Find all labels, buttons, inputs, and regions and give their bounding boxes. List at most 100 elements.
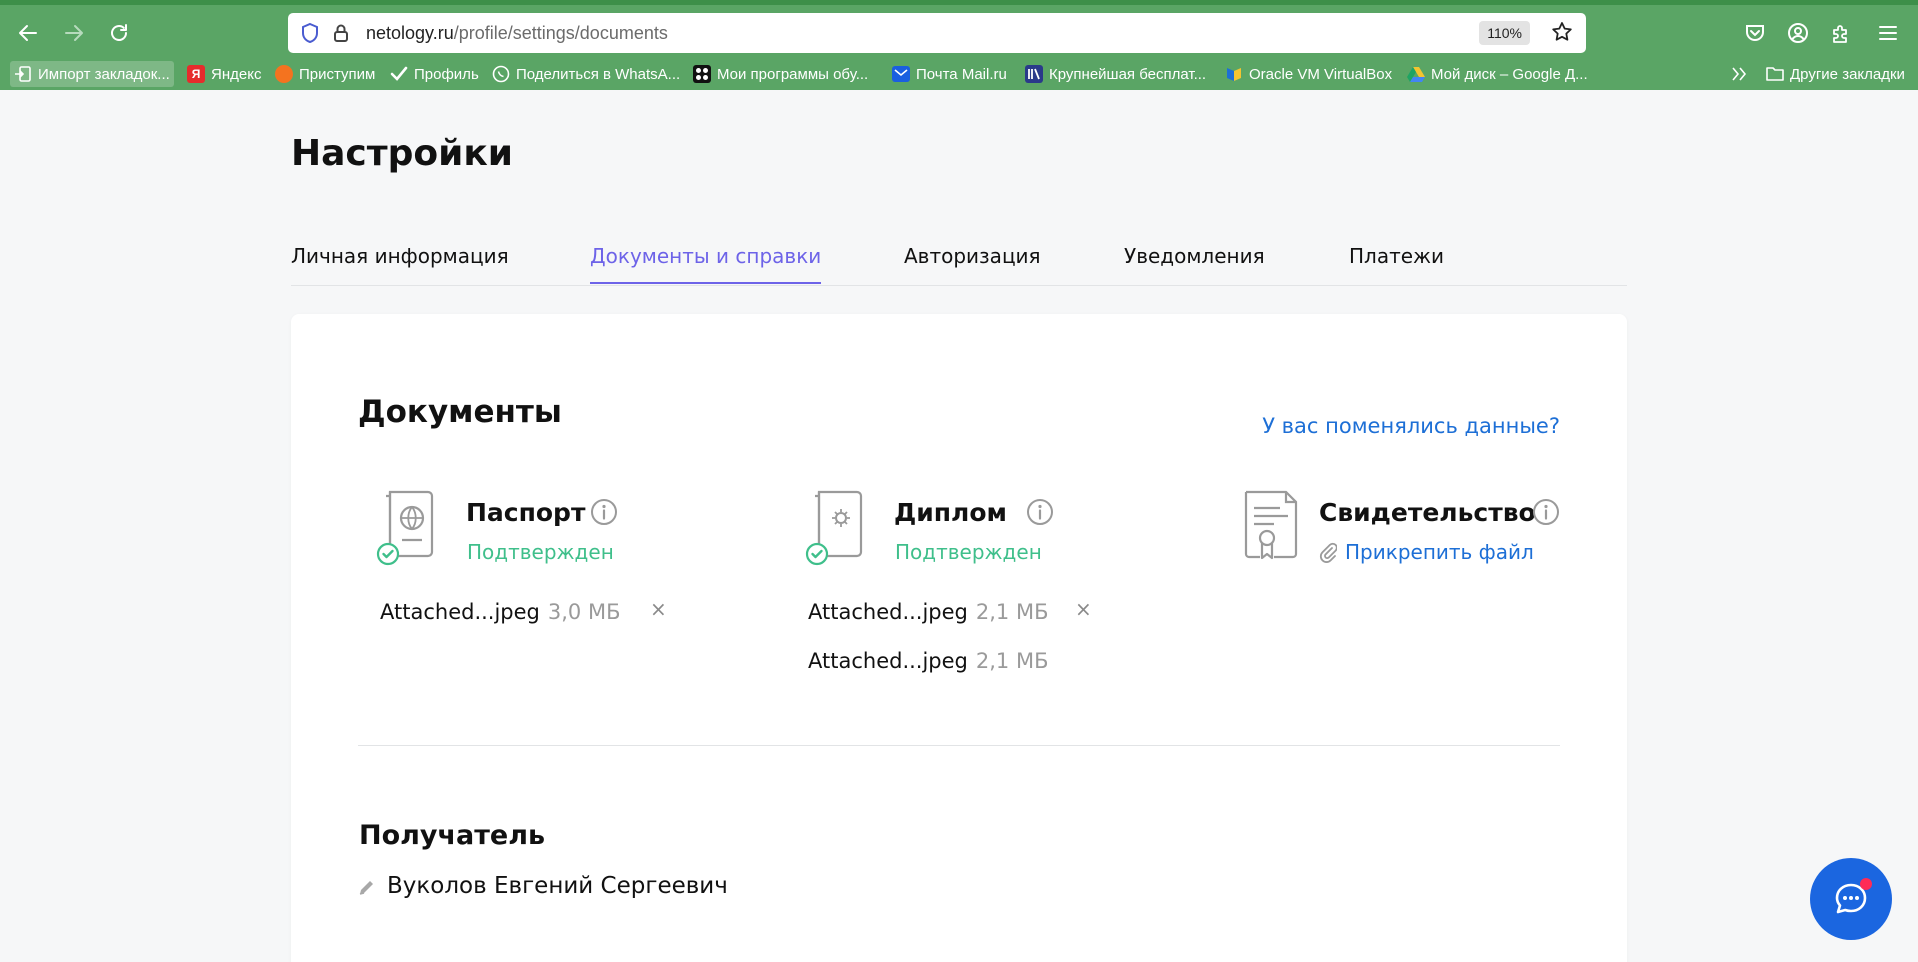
documents-title: Документы bbox=[358, 394, 562, 430]
tab-personal-info[interactable]: Личная информация bbox=[291, 244, 509, 282]
account-icon bbox=[1788, 23, 1808, 43]
bookmark-label: Яндекс bbox=[211, 65, 262, 83]
firefox-icon bbox=[275, 65, 293, 83]
passport-title: Паспорт bbox=[466, 498, 586, 527]
back-button[interactable] bbox=[10, 15, 46, 51]
account-button[interactable] bbox=[1783, 18, 1813, 48]
extensions-button[interactable] bbox=[1826, 18, 1856, 48]
bookmark-label: Поделиться в WhatsA... bbox=[516, 65, 681, 83]
bookmarks-bar: Импорт закладок... Я Яндекс Приступим Пр… bbox=[0, 57, 1918, 91]
bookmark-label: Мои программы обу... bbox=[717, 65, 869, 83]
certificate-info-icon[interactable] bbox=[1532, 498, 1560, 526]
data-changed-link[interactable]: У вас поменялись данные? bbox=[1262, 414, 1560, 438]
menu-button[interactable] bbox=[1873, 18, 1903, 48]
shield-icon[interactable] bbox=[300, 22, 320, 44]
bookmark-label: Приступим bbox=[299, 65, 376, 83]
file-name: Attached...jpeg bbox=[808, 600, 968, 624]
bookmark-label: Профиль bbox=[414, 65, 479, 83]
hamburger-menu-icon bbox=[1879, 26, 1897, 40]
arrow-right-icon bbox=[65, 25, 83, 41]
import-icon bbox=[15, 66, 31, 82]
pencil-edit-icon[interactable] bbox=[357, 877, 377, 897]
bookmark-mailru[interactable]: Почта Mail.ru bbox=[888, 61, 1011, 87]
library-icon bbox=[1025, 65, 1043, 83]
bookmark-label: Импорт закладок... bbox=[38, 65, 170, 83]
bookmark-label: Крупнейшая бесплат... bbox=[1049, 65, 1207, 83]
lock-icon[interactable] bbox=[332, 22, 350, 44]
certificate-title: Свидетельство bbox=[1319, 498, 1536, 527]
checkmark-icon bbox=[390, 66, 408, 81]
reload-icon bbox=[111, 24, 127, 41]
passport-icon bbox=[376, 490, 434, 566]
diploma-icon bbox=[805, 490, 863, 566]
folder-icon bbox=[1766, 67, 1784, 81]
pocket-icon bbox=[1746, 25, 1764, 41]
url-domain: netology.ru bbox=[366, 23, 454, 43]
other-bookmarks-folder[interactable]: Другие закладки bbox=[1762, 61, 1909, 87]
bookmark-profile[interactable]: Профиль bbox=[386, 61, 483, 87]
bookmark-star-icon[interactable] bbox=[1550, 20, 1574, 44]
tab-documents[interactable]: Документы и справки bbox=[590, 244, 822, 284]
bookmark-label: Oracle VM VirtualBox bbox=[1249, 65, 1393, 83]
url-path: /profile/settings/documents bbox=[453, 23, 668, 43]
recipient-name: Вуколов Евгений Сергеевич bbox=[387, 873, 728, 899]
file-name: Attached...jpeg bbox=[808, 649, 968, 673]
bookmark-library[interactable]: Крупнейшая бесплат... bbox=[1021, 61, 1210, 87]
mail-icon bbox=[892, 66, 910, 82]
whatsapp-icon bbox=[492, 65, 510, 83]
bookmark-pristupim[interactable]: Приступим bbox=[271, 61, 379, 87]
bookmark-import[interactable]: Импорт закладок... bbox=[10, 61, 174, 87]
notification-dot bbox=[1860, 878, 1872, 890]
recipient-title: Получатель bbox=[359, 820, 546, 851]
bookmark-yandex[interactable]: Я Яндекс bbox=[183, 61, 265, 87]
bookmarks-overflow-button[interactable] bbox=[1726, 61, 1752, 87]
file-size: 3,0 МБ bbox=[547, 600, 621, 624]
attach-file-button[interactable]: Прикрепить файл bbox=[1319, 540, 1534, 564]
yandex-icon: Я bbox=[187, 65, 205, 83]
page-title: Настройки bbox=[291, 133, 514, 174]
file-size: 2,1 МБ bbox=[975, 649, 1049, 673]
tab-authorization[interactable]: Авторизация bbox=[904, 244, 1041, 282]
forward-button[interactable] bbox=[56, 15, 92, 51]
bookmark-google-drive[interactable]: Мой диск – Google Д... bbox=[1403, 61, 1592, 87]
file-name: Attached...jpeg bbox=[380, 600, 540, 624]
diploma-file-remove-button[interactable]: × bbox=[1075, 597, 1092, 621]
bookmark-label: Мой диск – Google Д... bbox=[1431, 65, 1588, 83]
virtualbox-icon bbox=[1227, 68, 1241, 81]
paperclip-icon bbox=[1319, 542, 1337, 563]
address-bar[interactable]: netology.ru/profile/settings/documents 1… bbox=[288, 13, 1586, 53]
tab-notifications[interactable]: Уведомления bbox=[1124, 244, 1265, 282]
section-divider bbox=[358, 745, 1560, 746]
tab-payments[interactable]: Платежи bbox=[1349, 244, 1444, 282]
bookmark-virtualbox[interactable]: Oracle VM VirtualBox bbox=[1221, 61, 1396, 87]
passport-status: Подтвержден bbox=[467, 540, 614, 564]
passport-file[interactable]: Attached...jpeg 3,0 МБ bbox=[380, 600, 621, 624]
url-text[interactable]: netology.ru/profile/settings/documents bbox=[366, 23, 668, 44]
puzzle-icon bbox=[1833, 25, 1847, 43]
chat-widget-button[interactable] bbox=[1810, 858, 1892, 940]
bookmark-label: Другие закладки bbox=[1790, 65, 1905, 83]
passport-info-icon[interactable] bbox=[590, 498, 618, 526]
diploma-title: Диплом bbox=[894, 498, 1007, 527]
zoom-level-badge[interactable]: 110% bbox=[1479, 21, 1530, 45]
passport-file-remove-button[interactable]: × bbox=[650, 597, 667, 621]
arrow-left-icon bbox=[19, 25, 37, 41]
documents-card: Документы У вас поменялись данные? Паспо… bbox=[291, 314, 1627, 962]
bookmark-whatsapp[interactable]: Поделиться в WhatsA... bbox=[488, 61, 684, 87]
attach-file-label: Прикрепить файл bbox=[1345, 540, 1534, 564]
settings-tabs: Личная информация Документы и справки Ав… bbox=[291, 230, 1627, 286]
browser-toolbar: netology.ru/profile/settings/documents 1… bbox=[0, 0, 1918, 90]
reload-button[interactable] bbox=[101, 15, 137, 51]
bookmark-my-programs[interactable]: Мои программы обу... bbox=[689, 61, 872, 87]
file-size: 2,1 МБ bbox=[975, 600, 1049, 624]
pocket-button[interactable] bbox=[1740, 18, 1770, 48]
diploma-file[interactable]: Attached...jpeg 2,1 МБ bbox=[808, 649, 1049, 673]
diploma-status: Подтвержден bbox=[895, 540, 1042, 564]
programs-icon bbox=[693, 65, 711, 83]
bookmark-label: Почта Mail.ru bbox=[916, 65, 1007, 83]
diploma-file[interactable]: Attached...jpeg 2,1 МБ bbox=[808, 600, 1049, 624]
diploma-info-icon[interactable] bbox=[1026, 498, 1054, 526]
google-drive-icon bbox=[1407, 67, 1425, 82]
double-chevron-right-icon bbox=[1732, 67, 1747, 81]
certificate-icon bbox=[1244, 490, 1298, 560]
